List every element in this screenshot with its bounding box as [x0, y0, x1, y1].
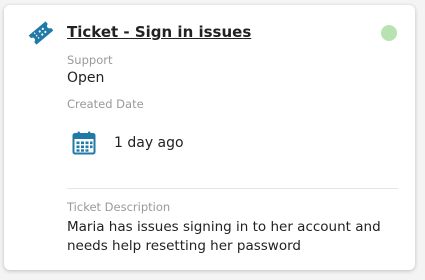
created-date-label: Created Date: [67, 97, 144, 111]
category-label: Support: [67, 53, 113, 67]
ticket-card: Ticket - Sign in issues Support Open Cre…: [4, 5, 415, 270]
description-label: Ticket Description: [67, 200, 171, 214]
calendar-icon: [71, 130, 97, 156]
status-indicator: [381, 25, 397, 41]
section-divider: [67, 188, 398, 189]
ticket-icon: [26, 18, 56, 48]
created-date-value: 1 day ago: [114, 135, 184, 151]
status-value: Open: [67, 70, 105, 86]
ticket-description: Maria has issues signing in to her accou…: [67, 219, 381, 254]
ticket-title-link[interactable]: Ticket - Sign in issues: [67, 23, 251, 41]
